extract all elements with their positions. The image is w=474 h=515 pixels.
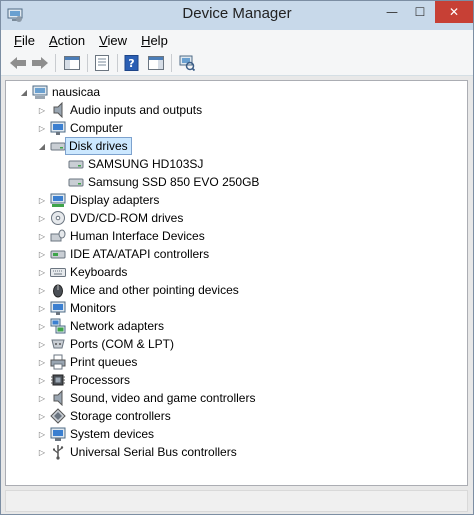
- tree-item-computer[interactable]: ▷ Computer: [6, 119, 466, 137]
- system-devices-icon: [50, 427, 66, 441]
- monitor-icon: [50, 301, 66, 315]
- expand-arrow-icon[interactable]: ▷: [37, 285, 47, 295]
- root-label: nausicaa: [52, 85, 101, 99]
- disk-drive-icon: [68, 160, 84, 169]
- expand-arrow-icon[interactable]: ▷: [37, 393, 47, 403]
- menu-view[interactable]: View: [92, 33, 134, 48]
- processor-icon: [51, 374, 65, 386]
- expand-arrow-icon[interactable]: ▷: [37, 105, 47, 115]
- scan-hardware-icon: [179, 55, 195, 71]
- scan-hardware-button[interactable]: [176, 53, 198, 73]
- expand-arrow-icon[interactable]: ▷: [37, 303, 47, 313]
- collapse-arrow-icon[interactable]: ◢: [37, 141, 47, 151]
- minimize-button[interactable]: —: [378, 1, 406, 23]
- toolbar-separator: [171, 54, 172, 72]
- speaker-icon: [53, 390, 63, 406]
- usb-icon: [53, 445, 64, 460]
- disk-drive-icon: [50, 142, 66, 151]
- properties-button[interactable]: [91, 53, 113, 73]
- tree-item-processors[interactable]: ▷ Processors: [6, 371, 466, 389]
- tree-item-monitors[interactable]: ▷ Monitors: [6, 299, 466, 317]
- tree-item-human-interface-devices[interactable]: ▷ Human Interface Devices: [6, 227, 466, 245]
- selected-item-label: Disk drives: [65, 137, 132, 155]
- expand-arrow-icon[interactable]: ▷: [37, 339, 47, 349]
- toolbar: ?: [1, 50, 473, 76]
- tree-item-audio-inputs-and-outputs[interactable]: ▷ Audio inputs and outputs: [6, 101, 466, 119]
- collapse-arrow-icon[interactable]: ◢: [19, 87, 29, 97]
- printer-icon: [50, 354, 66, 370]
- expand-arrow-icon[interactable]: ▷: [37, 195, 47, 205]
- help-icon: ?: [124, 55, 139, 71]
- tree-item-mice-and-pointing-devices[interactable]: ▷ Mice and other pointing devices: [6, 281, 466, 299]
- expand-arrow-icon[interactable]: ▷: [37, 213, 47, 223]
- action-pane-button[interactable]: [145, 53, 167, 73]
- tree-item-system-devices[interactable]: ▷ System devices: [6, 425, 466, 443]
- status-bar: [5, 490, 468, 512]
- expand-arrow-icon[interactable]: ▷: [37, 447, 47, 457]
- network-icon: [50, 318, 66, 334]
- menu-action[interactable]: Action: [42, 33, 92, 48]
- expand-arrow-icon[interactable]: ▷: [37, 231, 47, 241]
- mouse-icon: [53, 284, 63, 298]
- port-icon: [51, 339, 65, 349]
- expand-arrow-icon[interactable]: ▷: [37, 411, 47, 421]
- tree-item-samsung-hd103sj[interactable]: SAMSUNG HD103SJ: [6, 155, 466, 173]
- hid-icon: [50, 229, 66, 242]
- toolbar-separator: [117, 54, 118, 72]
- show-hide-console-tree-icon: [64, 56, 80, 70]
- ide-controller-icon: [50, 250, 66, 259]
- tree-item-storage-controllers[interactable]: ▷ Storage controllers: [6, 407, 466, 425]
- keyboard-icon: [50, 268, 66, 277]
- toolbar-separator: [87, 54, 88, 72]
- tree-item-sound-video-game-controllers[interactable]: ▷ Sound, video and game controllers: [6, 389, 466, 407]
- expand-arrow-icon[interactable]: ▷: [37, 267, 47, 277]
- tree-item-usb-controllers[interactable]: ▷ Universal Serial Bus controllers: [6, 443, 466, 461]
- optical-drive-icon: [51, 211, 65, 225]
- monitor-icon: [50, 121, 66, 135]
- device-tree[interactable]: ◢ nausicaa ▷ Audio inputs and outputs ▷: [5, 80, 468, 486]
- back-icon: [10, 57, 26, 69]
- tree-item-print-queues[interactable]: ▷ Print queues: [6, 353, 466, 371]
- disk-drive-icon: [68, 178, 84, 187]
- action-pane-icon: [148, 56, 164, 70]
- toolbar-separator: [55, 54, 56, 72]
- show-hide-console-tree-button[interactable]: [61, 53, 83, 73]
- expand-arrow-icon[interactable]: ▷: [37, 429, 47, 439]
- close-button[interactable]: ✕: [435, 1, 473, 23]
- expand-arrow-icon[interactable]: ▷: [37, 375, 47, 385]
- title-bar[interactable]: Device Manager — ☐ ✕: [1, 1, 473, 30]
- tree-item-samsung-ssd[interactable]: Samsung SSD 850 EVO 250GB: [6, 173, 466, 191]
- minimize-icon: —: [386, 5, 398, 19]
- properties-icon: [95, 55, 109, 71]
- forward-icon: [32, 57, 48, 69]
- tree-item-network-adapters[interactable]: ▷ Network adapters: [6, 317, 466, 335]
- expand-arrow-icon[interactable]: ▷: [37, 357, 47, 367]
- menu-file[interactable]: File: [1, 33, 42, 48]
- speaker-icon: [53, 102, 63, 118]
- tree-item-ide-ata-atapi-controllers[interactable]: ▷ IDE ATA/ATAPI controllers: [6, 245, 466, 263]
- close-icon: ✕: [448, 5, 460, 19]
- menu-help[interactable]: Help: [134, 33, 175, 48]
- storage-controller-icon: [50, 408, 66, 424]
- tree-item-disk-drives[interactable]: ◢ Disk drives: [6, 137, 466, 155]
- maximize-button[interactable]: ☐: [406, 1, 434, 23]
- expand-arrow-icon[interactable]: ▷: [37, 123, 47, 133]
- maximize-icon: ☐: [414, 5, 426, 19]
- expand-arrow-icon[interactable]: ▷: [37, 321, 47, 331]
- menu-bar: File Action View Help: [1, 30, 473, 50]
- svg-text:?: ?: [128, 57, 134, 70]
- device-manager-window: Device Manager — ☐ ✕ File Action View He…: [0, 0, 474, 515]
- tree-item-dvd-cd-rom-drives[interactable]: ▷ DVD/CD-ROM drives: [6, 209, 466, 227]
- display-adapter-icon: [50, 193, 66, 207]
- back-button[interactable]: [7, 53, 29, 73]
- computer-icon: [32, 85, 48, 99]
- tree-item-ports-com-lpt[interactable]: ▷ Ports (COM & LPT): [6, 335, 466, 353]
- help-button[interactable]: ?: [121, 53, 143, 73]
- tree-item-keyboards[interactable]: ▷ Keyboards: [6, 263, 466, 281]
- tree-root[interactable]: ◢ nausicaa: [6, 83, 466, 101]
- forward-button[interactable]: [29, 53, 51, 73]
- tree-item-display-adapters[interactable]: ▷ Display adapters: [6, 191, 466, 209]
- expand-arrow-icon[interactable]: ▷: [37, 249, 47, 259]
